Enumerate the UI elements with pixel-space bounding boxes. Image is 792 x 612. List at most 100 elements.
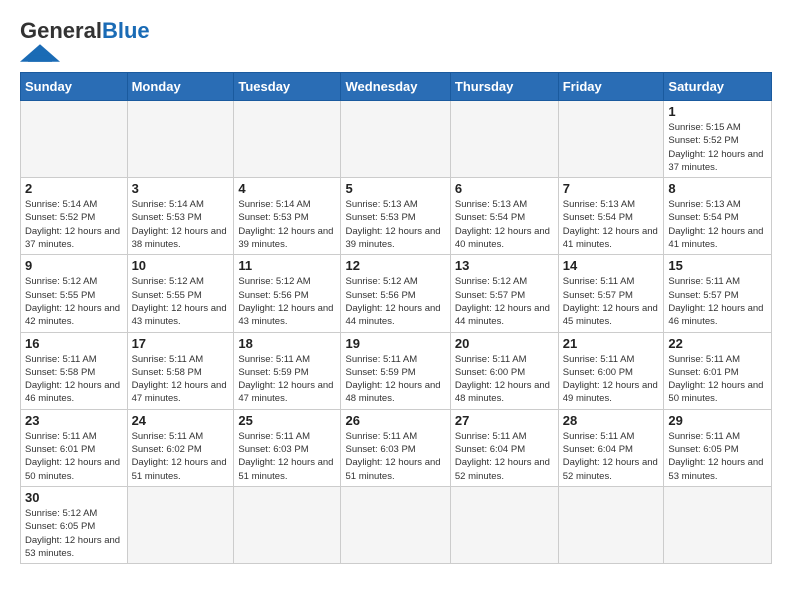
day-cell: [450, 486, 558, 563]
day-number: 23: [25, 413, 123, 428]
day-number: 19: [345, 336, 445, 351]
day-info: Sunrise: 5:13 AM Sunset: 5:54 PM Dayligh…: [455, 198, 554, 251]
day-cell: 14 Sunrise: 5:11 AM Sunset: 5:57 PM Dayli…: [558, 255, 664, 332]
day-cell: 4Sunrise: 5:14 AM Sunset: 5:53 PM Daylig…: [234, 178, 341, 255]
day-number: 28: [563, 413, 660, 428]
day-number: 20: [455, 336, 554, 351]
week-row-4: 16Sunrise: 5:11 AM Sunset: 5:58 PM Dayli…: [21, 332, 772, 409]
logo-icon: [20, 44, 60, 62]
day-cell: [558, 101, 664, 178]
day-number: 5: [345, 181, 445, 196]
day-cell: 20 Sunrise: 5:11 AM Sunset: 6:00 PM Dayli…: [450, 332, 558, 409]
day-number: 22: [668, 336, 767, 351]
logo-text: GeneralBlue: [20, 20, 150, 42]
week-row-5: 23 Sunrise: 5:11 AM Sunset: 6:01 PM Dayli…: [21, 409, 772, 486]
day-cell: 24 Sunrise: 5:11 AM Sunset: 6:02 PM Dayli…: [127, 409, 234, 486]
day-info: Sunrise: 5:11 AM Sunset: 6:01 PM Dayligh…: [668, 353, 767, 406]
header-thursday: Thursday: [450, 73, 558, 101]
day-number: 4: [238, 181, 336, 196]
day-info: Sunrise: 5:11 AM Sunset: 6:00 PM Dayligh…: [563, 353, 660, 406]
week-row-1: 1 Sunrise: 5:15 AM Sunset: 5:52 PM Daylig…: [21, 101, 772, 178]
day-cell: 16Sunrise: 5:11 AM Sunset: 5:58 PM Dayli…: [21, 332, 128, 409]
day-number: 21: [563, 336, 660, 351]
day-info: Sunrise: 5:13 AM Sunset: 5:54 PM Dayligh…: [668, 198, 767, 251]
day-cell: [341, 486, 450, 563]
day-info: Sunrise: 5:11 AM Sunset: 6:02 PM Dayligh…: [132, 430, 230, 483]
day-info: Sunrise: 5:11 AM Sunset: 6:03 PM Dayligh…: [345, 430, 445, 483]
day-info: Sunrise: 5:12 AM Sunset: 5:57 PM Dayligh…: [455, 275, 554, 328]
day-number: 15: [668, 258, 767, 273]
day-number: 30: [25, 490, 123, 505]
logo-blue: Blue: [102, 18, 150, 43]
calendar: SundayMondayTuesdayWednesdayThursdayFrid…: [20, 72, 772, 564]
day-cell: [234, 101, 341, 178]
header-wednesday: Wednesday: [341, 73, 450, 101]
logo: GeneralBlue: [20, 20, 150, 62]
day-cell: 7Sunrise: 5:13 AM Sunset: 5:54 PM Daylig…: [558, 178, 664, 255]
day-number: 27: [455, 413, 554, 428]
day-number: 7: [563, 181, 660, 196]
day-cell: 19 Sunrise: 5:11 AM Sunset: 5:59 PM Dayli…: [341, 332, 450, 409]
day-cell: 12Sunrise: 5:12 AM Sunset: 5:56 PM Dayli…: [341, 255, 450, 332]
day-cell: 25Sunrise: 5:11 AM Sunset: 6:03 PM Dayli…: [234, 409, 341, 486]
day-number: 2: [25, 181, 123, 196]
day-cell: 1 Sunrise: 5:15 AM Sunset: 5:52 PM Daylig…: [664, 101, 772, 178]
day-info: Sunrise: 5:14 AM Sunset: 5:52 PM Dayligh…: [25, 198, 123, 251]
day-cell: 29Sunrise: 5:11 AM Sunset: 6:05 PM Dayli…: [664, 409, 772, 486]
header: GeneralBlue: [20, 20, 772, 62]
day-number: 13: [455, 258, 554, 273]
day-number: 9: [25, 258, 123, 273]
day-cell: 21 Sunrise: 5:11 AM Sunset: 6:00 PM Dayli…: [558, 332, 664, 409]
day-cell: 11 Sunrise: 5:12 AM Sunset: 5:56 PM Dayli…: [234, 255, 341, 332]
day-number: 14: [563, 258, 660, 273]
day-number: 3: [132, 181, 230, 196]
day-cell: 22 Sunrise: 5:11 AM Sunset: 6:01 PM Dayli…: [664, 332, 772, 409]
day-cell: 9 Sunrise: 5:12 AM Sunset: 5:55 PM Daylig…: [21, 255, 128, 332]
day-number: 1: [668, 104, 767, 119]
day-cell: 26 Sunrise: 5:11 AM Sunset: 6:03 PM Dayli…: [341, 409, 450, 486]
logo-general: General: [20, 18, 102, 43]
day-cell: 3 Sunrise: 5:14 AM Sunset: 5:53 PM Daylig…: [127, 178, 234, 255]
day-cell: [127, 101, 234, 178]
day-cell: [664, 486, 772, 563]
day-info: Sunrise: 5:12 AM Sunset: 6:05 PM Dayligh…: [25, 507, 123, 560]
day-number: 18: [238, 336, 336, 351]
header-friday: Friday: [558, 73, 664, 101]
day-info: Sunrise: 5:11 AM Sunset: 5:57 PM Dayligh…: [668, 275, 767, 328]
day-info: Sunrise: 5:14 AM Sunset: 5:53 PM Dayligh…: [132, 198, 230, 251]
week-row-3: 9 Sunrise: 5:12 AM Sunset: 5:55 PM Daylig…: [21, 255, 772, 332]
day-info: Sunrise: 5:11 AM Sunset: 5:59 PM Dayligh…: [238, 353, 336, 406]
day-number: 10: [132, 258, 230, 273]
day-info: Sunrise: 5:11 AM Sunset: 5:57 PM Dayligh…: [563, 275, 660, 328]
day-cell: [558, 486, 664, 563]
header-monday: Monday: [127, 73, 234, 101]
day-cell: 15 Sunrise: 5:11 AM Sunset: 5:57 PM Dayli…: [664, 255, 772, 332]
day-info: Sunrise: 5:11 AM Sunset: 5:59 PM Dayligh…: [345, 353, 445, 406]
day-info: Sunrise: 5:13 AM Sunset: 5:53 PM Dayligh…: [345, 198, 445, 251]
day-cell: [450, 101, 558, 178]
day-number: 8: [668, 181, 767, 196]
day-number: 24: [132, 413, 230, 428]
day-cell: 13 Sunrise: 5:12 AM Sunset: 5:57 PM Dayli…: [450, 255, 558, 332]
week-row-2: 2 Sunrise: 5:14 AM Sunset: 5:52 PM Daylig…: [21, 178, 772, 255]
day-info: Sunrise: 5:12 AM Sunset: 5:55 PM Dayligh…: [25, 275, 123, 328]
day-cell: 10Sunrise: 5:12 AM Sunset: 5:55 PM Dayli…: [127, 255, 234, 332]
day-info: Sunrise: 5:15 AM Sunset: 5:52 PM Dayligh…: [668, 121, 767, 174]
calendar-header-row: SundayMondayTuesdayWednesdayThursdayFrid…: [21, 73, 772, 101]
day-cell: 27Sunrise: 5:11 AM Sunset: 6:04 PM Dayli…: [450, 409, 558, 486]
day-cell: 6Sunrise: 5:13 AM Sunset: 5:54 PM Daylig…: [450, 178, 558, 255]
day-number: 11: [238, 258, 336, 273]
day-number: 26: [345, 413, 445, 428]
day-info: Sunrise: 5:12 AM Sunset: 5:56 PM Dayligh…: [238, 275, 336, 328]
day-number: 25: [238, 413, 336, 428]
day-info: Sunrise: 5:11 AM Sunset: 6:00 PM Dayligh…: [455, 353, 554, 406]
day-info: Sunrise: 5:11 AM Sunset: 6:01 PM Dayligh…: [25, 430, 123, 483]
day-cell: 18 Sunrise: 5:11 AM Sunset: 5:59 PM Dayli…: [234, 332, 341, 409]
day-cell: [234, 486, 341, 563]
day-info: Sunrise: 5:12 AM Sunset: 5:56 PM Dayligh…: [345, 275, 445, 328]
header-tuesday: Tuesday: [234, 73, 341, 101]
day-cell: 28 Sunrise: 5:11 AM Sunset: 6:04 PM Dayli…: [558, 409, 664, 486]
day-info: Sunrise: 5:11 AM Sunset: 6:04 PM Dayligh…: [563, 430, 660, 483]
week-row-6: 30 Sunrise: 5:12 AM Sunset: 6:05 PM Dayli…: [21, 486, 772, 563]
day-cell: [127, 486, 234, 563]
